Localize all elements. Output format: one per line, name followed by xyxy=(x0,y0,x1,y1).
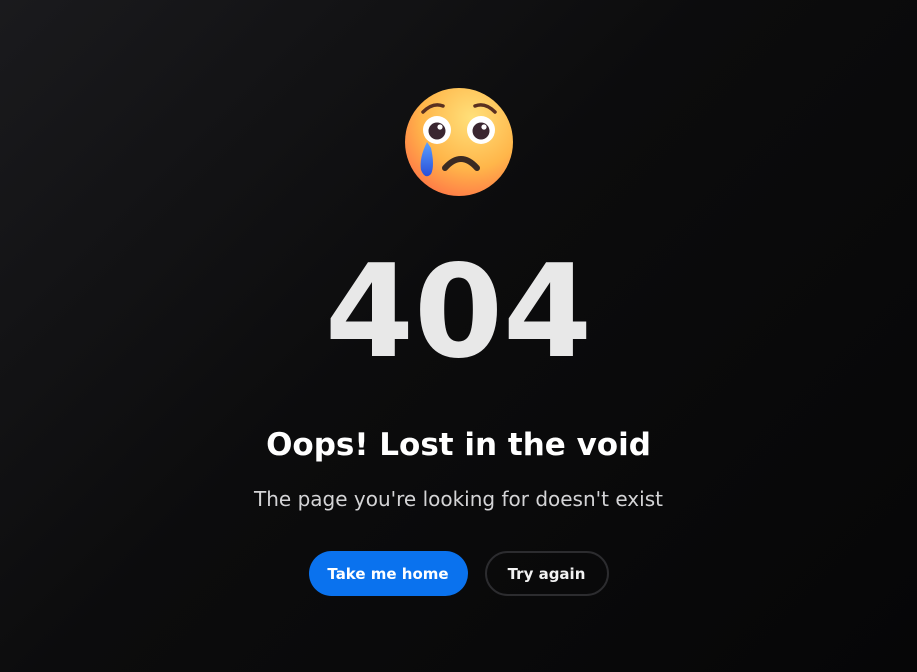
error-code: 404 xyxy=(324,238,593,387)
try-again-button[interactable]: Try again xyxy=(484,551,609,596)
action-buttons: Take me home Try again xyxy=(0,551,917,596)
not-found-page: 404 Oops! Lost in the void The page you'… xyxy=(0,0,917,672)
crying-face-icon xyxy=(403,86,515,198)
error-message: The page you're looking for doesn't exis… xyxy=(254,487,663,511)
error-headline: Oops! Lost in the void xyxy=(266,427,651,463)
take-me-home-button[interactable]: Take me home xyxy=(308,551,468,596)
